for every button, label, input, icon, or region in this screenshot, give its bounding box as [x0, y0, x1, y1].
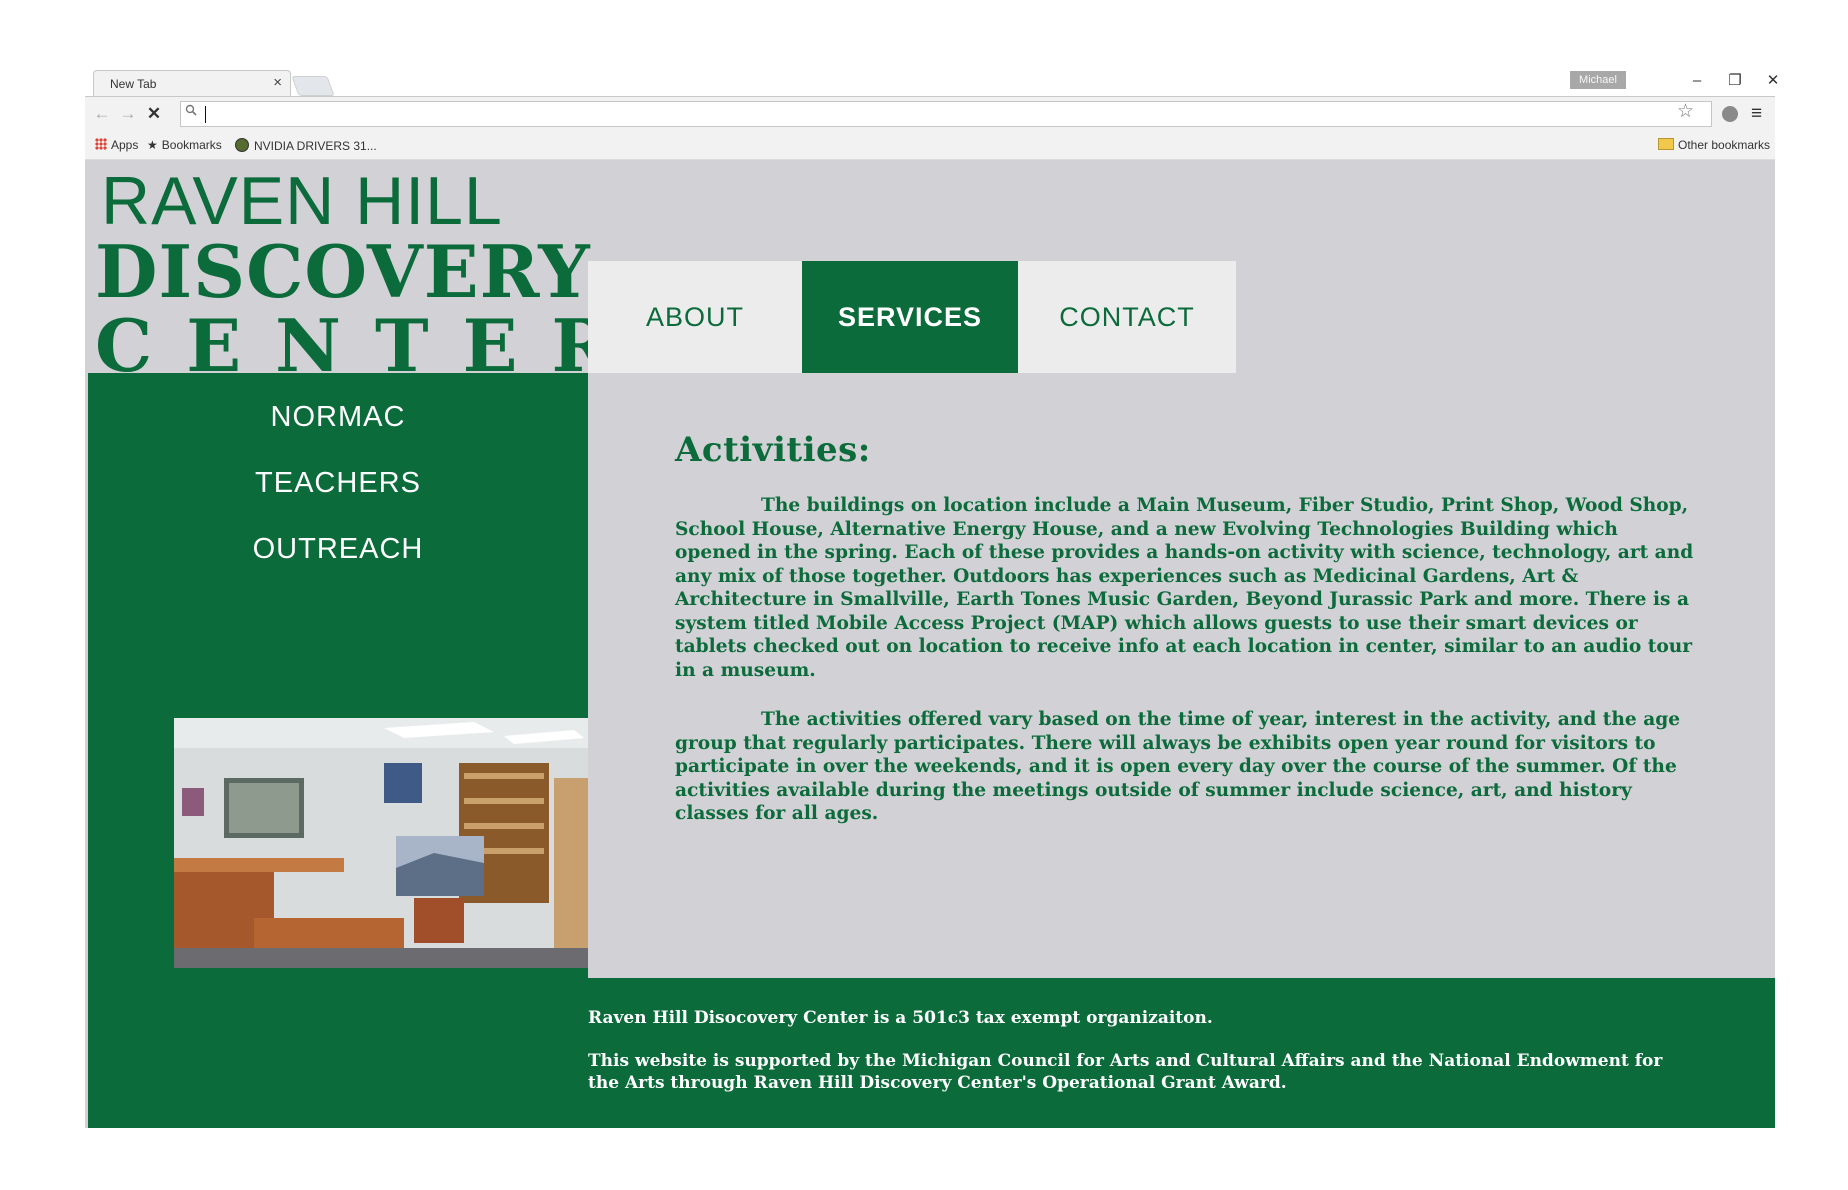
main-nav: ABOUT SERVICES CONTACT — [588, 261, 1236, 373]
folder-icon — [1658, 138, 1674, 150]
browser-toolbar: ← → ✕ ☆ ≡ — [85, 96, 1775, 131]
classroom-photo — [174, 718, 588, 968]
extension-icon[interactable] — [1722, 106, 1738, 122]
main-content: Activities: The buildings on location in… — [675, 430, 1695, 824]
site-footer: Raven Hill Disocovery Center is a 501c3 … — [88, 978, 1775, 1128]
apps-grid-icon — [95, 138, 107, 150]
stop-loading-icon[interactable]: ✕ — [143, 103, 165, 125]
tab-title: New Tab — [110, 77, 157, 91]
logo-line-raven-hill: RAVEN HILL — [101, 163, 503, 239]
forward-arrow-icon[interactable]: → — [117, 103, 139, 125]
address-bar[interactable] — [180, 101, 1712, 127]
tab-close-icon[interactable]: × — [273, 74, 282, 91]
bookmark-apps[interactable]: Apps — [95, 138, 138, 152]
bookmark-nvidia[interactable]: NVIDIA DRIVERS 31... — [235, 138, 377, 153]
sidebar-item-teachers[interactable]: TEACHERS — [88, 467, 588, 500]
nav-contact[interactable]: CONTACT — [1018, 261, 1236, 373]
web-page: RAVEN HILL DISCOVERY CENTER ABOUT SERVIC… — [85, 160, 1775, 1128]
address-input[interactable] — [207, 104, 1651, 124]
bookmark-nvidia-label: NVIDIA DRIVERS 31... — [254, 139, 377, 153]
search-icon — [185, 104, 197, 116]
browser-menu-icon[interactable]: ≡ — [1751, 103, 1762, 125]
site-logo[interactable]: RAVEN HILL DISCOVERY CENTER — [93, 163, 611, 386]
bookmark-other[interactable]: Other bookmarks — [1658, 138, 1770, 152]
bookmark-apps-label: Apps — [111, 138, 139, 152]
bookmarks-bar: Apps ★ Bookmarks NVIDIA DRIVERS 31... Oth… — [85, 131, 1775, 160]
tab-strip: New Tab × Michael – ❐ ✕ — [85, 70, 1779, 97]
bookmark-bookmarks[interactable]: ★ Bookmarks — [147, 138, 222, 152]
footer-tax-exempt-text: Raven Hill Disocovery Center is a 501c3 … — [588, 1008, 1213, 1028]
footer-support-text: This website is supported by the Michiga… — [588, 1051, 1663, 1093]
text-caret — [205, 106, 206, 123]
browser-window: New Tab × Michael – ❐ ✕ ← → ✕ ☆ ≡ Apps ★… — [85, 70, 1779, 1128]
nvidia-icon — [235, 138, 249, 152]
new-tab-button[interactable] — [291, 76, 335, 96]
sidebar-item-outreach[interactable]: OUTREACH — [88, 533, 588, 566]
bookmark-star-icon[interactable]: ☆ — [1677, 101, 1694, 123]
browser-tab[interactable]: New Tab × — [93, 70, 291, 97]
user-profile-badge[interactable]: Michael — [1570, 71, 1626, 89]
sidebar-item-normac[interactable]: NORMAC — [88, 401, 588, 434]
minimize-icon[interactable]: – — [1685, 70, 1709, 92]
restore-icon[interactable]: ❐ — [1723, 70, 1747, 92]
nav-about[interactable]: ABOUT — [588, 261, 802, 373]
back-arrow-icon[interactable]: ← — [91, 103, 113, 125]
bookmark-bookmarks-label: Bookmarks — [161, 138, 222, 152]
activities-paragraph-1: The buildings on location include a Main… — [675, 495, 1694, 681]
sidebar: NORMAC TEACHERS OUTREACH — [88, 373, 588, 978]
logo-line-discovery: DISCOVERY — [95, 229, 591, 314]
activities-paragraph-2: The activities offered vary based on the… — [675, 709, 1681, 824]
close-window-icon[interactable]: ✕ — [1761, 70, 1785, 92]
activities-heading: Activities: — [675, 430, 871, 470]
star-icon: ★ — [147, 138, 158, 152]
nav-services[interactable]: SERVICES — [802, 261, 1018, 373]
bookmark-other-label: Other bookmarks — [1678, 138, 1771, 152]
